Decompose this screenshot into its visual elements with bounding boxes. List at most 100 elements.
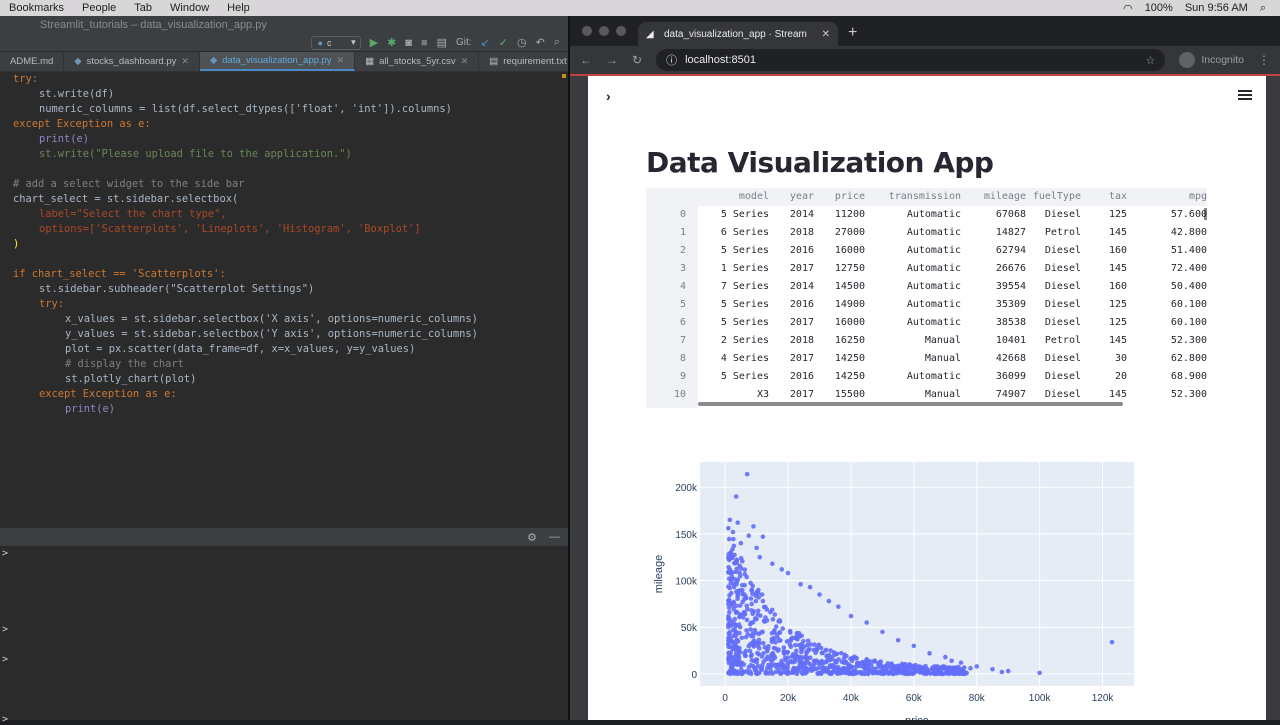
minimize-icon[interactable]: — <box>549 531 560 543</box>
scatter-point[interactable] <box>834 660 839 665</box>
code-line[interactable]: label="Select the chart type", <box>39 207 227 222</box>
scatter-point[interactable] <box>735 658 740 663</box>
scatter-point[interactable] <box>731 633 737 639</box>
code-line[interactable]: except Exception as e: <box>39 387 177 402</box>
scatter-point[interactable] <box>895 637 901 643</box>
scatter-point[interactable] <box>990 666 995 672</box>
scatter-point[interactable] <box>726 657 731 662</box>
scatter-point[interactable] <box>794 633 800 638</box>
scatter-point[interactable] <box>737 563 742 569</box>
table-cell[interactable]: Automatic <box>907 224 961 242</box>
table-cell[interactable]: Diesel <box>1045 314 1081 332</box>
table-cell[interactable]: 125 <box>1109 314 1127 332</box>
scatter-point[interactable] <box>883 663 888 669</box>
scatter-point[interactable] <box>750 640 755 645</box>
table-cell[interactable]: 145 <box>1109 260 1127 278</box>
scatter-point[interactable] <box>746 664 752 670</box>
table-cell[interactable]: 62.800 <box>1171 350 1207 368</box>
table-cell[interactable]: 2017 <box>790 260 814 278</box>
scatter-point[interactable] <box>734 581 739 587</box>
scatter-point[interactable] <box>1109 639 1115 645</box>
scatter-point[interactable] <box>728 590 734 596</box>
scatter-point[interactable] <box>911 665 916 671</box>
scatter-point[interactable] <box>958 660 964 665</box>
table-cell[interactable]: Diesel <box>1045 260 1081 278</box>
scatter-point[interactable] <box>949 658 954 664</box>
scatter-point[interactable] <box>726 525 731 531</box>
scatter-point[interactable] <box>837 667 842 673</box>
scatter-point[interactable] <box>849 658 855 664</box>
scatter-point[interactable] <box>743 648 749 654</box>
scatter-point[interactable] <box>805 642 810 648</box>
table-cell[interactable]: 16000 <box>835 314 865 332</box>
scatter-point[interactable] <box>858 669 864 675</box>
code-line[interactable]: st.write(df) <box>39 87 114 102</box>
scatter-point[interactable] <box>742 582 747 588</box>
table-cell[interactable]: 145 <box>1109 224 1127 242</box>
table-cell[interactable]: 38538 <box>996 314 1026 332</box>
table-index-cell[interactable]: 0 <box>680 206 686 224</box>
scatter-point[interactable] <box>748 621 753 627</box>
table-cell[interactable]: 39554 <box>996 278 1026 296</box>
scatter-point[interactable] <box>852 654 857 660</box>
scatter-point[interactable] <box>850 671 856 676</box>
incognito-indicator[interactable]: Incognito <box>1179 52 1244 68</box>
scatter-point[interactable] <box>726 644 731 650</box>
scatter-point[interactable] <box>728 671 733 677</box>
scatter-point[interactable] <box>739 661 744 666</box>
scatter-point[interactable] <box>974 664 980 669</box>
close-icon[interactable]: ✕ <box>822 29 830 40</box>
menu-help[interactable]: Help <box>218 2 259 14</box>
menu-tab[interactable]: Tab <box>125 2 161 14</box>
menu-people[interactable]: People <box>73 2 125 14</box>
scatter-point[interactable] <box>772 612 778 617</box>
code-line[interactable]: st.sidebar.subheader("Scatterplot Settin… <box>39 282 314 297</box>
table-header-cell[interactable]: mileage <box>984 188 1026 206</box>
scatter-point[interactable] <box>728 618 733 623</box>
scatter-point[interactable] <box>944 670 950 675</box>
table-cell[interactable]: Manual <box>925 350 961 368</box>
table-index-cell[interactable]: 9 <box>680 368 686 386</box>
url-input[interactable]: ⓘ localhost:8501 ☆ <box>656 49 1166 71</box>
scatter-point[interactable] <box>731 543 737 549</box>
scatter-point[interactable] <box>954 670 960 675</box>
table-cell[interactable]: Automatic <box>907 242 961 260</box>
git-revert-icon[interactable]: ↶ <box>536 36 545 49</box>
table-cell[interactable]: 62794 <box>996 242 1026 260</box>
scatter-chart-svg[interactable]: 0 20k 40k 60k 80k 100k 120k 0 50k 100k 150k 200k pri… <box>648 454 1168 720</box>
table-cell[interactable]: 7 Series <box>721 278 769 296</box>
table-cell[interactable]: Automatic <box>907 368 961 386</box>
scatter-point[interactable] <box>752 616 758 621</box>
close-icon[interactable]: ✕ <box>181 56 189 67</box>
scatter-point[interactable] <box>776 638 782 643</box>
scatter-point[interactable] <box>820 665 825 670</box>
scatter-point[interactable] <box>801 638 806 644</box>
scatter-point[interactable] <box>726 613 731 619</box>
scatter-point[interactable] <box>738 540 744 546</box>
scatter-point[interactable] <box>742 571 748 577</box>
scatter-point[interactable] <box>755 671 760 677</box>
code-line[interactable]: print(e) <box>39 132 89 147</box>
scatter-point[interactable] <box>772 655 778 660</box>
scatter-point[interactable] <box>739 635 745 641</box>
table-index-cell[interactable]: 5 <box>680 296 686 314</box>
table-cell[interactable]: 42.800 <box>1171 224 1207 242</box>
scatter-point[interactable] <box>845 661 851 667</box>
scatter-point[interactable] <box>737 649 743 655</box>
table-cell[interactable]: 15500 <box>835 386 865 404</box>
scatter-point[interactable] <box>769 659 774 664</box>
table-cell[interactable]: Automatic <box>907 314 961 332</box>
scatter-point[interactable] <box>727 517 733 523</box>
clock-label[interactable]: Sun 9:56 AM <box>1185 2 1248 14</box>
table-cell[interactable]: 52.300 <box>1171 332 1207 350</box>
forward-icon[interactable]: → <box>606 53 618 67</box>
browser-tab[interactable]: ◢ data_visualization_app · Stream ✕ <box>638 22 838 46</box>
table-cell[interactable]: 30 <box>1115 350 1127 368</box>
scatter-point[interactable] <box>745 606 750 612</box>
table-header-cell[interactable]: mpg <box>1189 188 1207 206</box>
scatter-point[interactable] <box>838 650 844 656</box>
scatter-point[interactable] <box>818 645 824 651</box>
scatter-point[interactable] <box>862 660 868 665</box>
scatter-point[interactable] <box>867 667 872 673</box>
table-cell[interactable]: 12750 <box>835 260 865 278</box>
